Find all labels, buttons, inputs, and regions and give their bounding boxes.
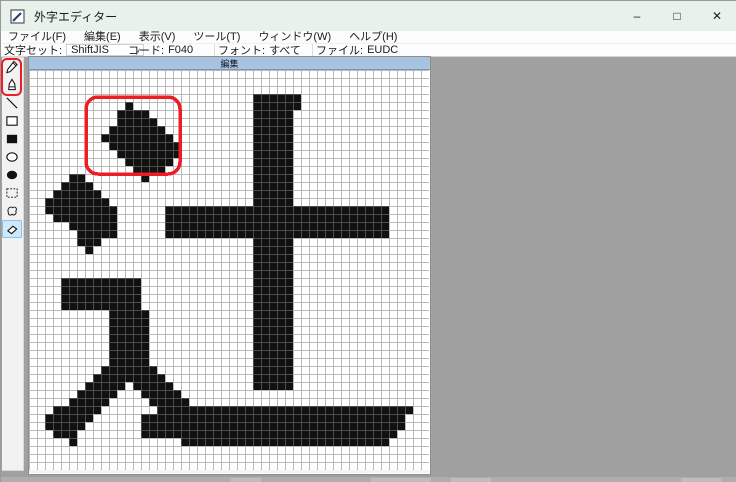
titlebar: 外字エディター – □ ✕ <box>1 1 736 31</box>
pixel-grid-wrap <box>29 70 429 470</box>
font-field: フォント: すべて <box>215 44 313 57</box>
filled-ellipse-tool[interactable] <box>2 166 22 184</box>
app-icon <box>10 9 25 24</box>
pencil-icon <box>5 60 19 74</box>
maximize-button[interactable]: □ <box>657 1 697 31</box>
filled-rectangle-icon <box>5 132 19 146</box>
filled-rectangle-tool[interactable] <box>2 130 22 148</box>
freeform-select-tool[interactable] <box>2 202 22 220</box>
hollow-ellipse-tool[interactable] <box>2 148 22 166</box>
charset-value: ShiftJIS <box>71 44 109 56</box>
hollow-rectangle-icon <box>5 114 19 128</box>
pixel-grid-canvas[interactable] <box>29 70 429 470</box>
line-icon <box>5 96 19 110</box>
rect-select-tool[interactable] <box>2 184 22 202</box>
freeform-select-icon <box>5 204 19 218</box>
edit-window-titlebar[interactable]: 編集 <box>29 57 430 70</box>
window-title: 外字エディター <box>34 8 117 25</box>
edit-window-title: 編集 <box>220 57 238 70</box>
brush-icon <box>5 78 19 92</box>
charset-field: 文字セット: ShiftJIS ∨ <box>1 44 125 57</box>
menu-edit[interactable]: 編集(E) <box>75 31 130 44</box>
close-button[interactable]: ✕ <box>697 1 736 31</box>
file-value: EUDC <box>367 44 398 56</box>
rect-select-icon <box>5 186 19 200</box>
minimize-button[interactable]: – <box>617 1 657 31</box>
edit-child-window: 編集 <box>28 56 431 475</box>
brush-tool[interactable] <box>2 76 22 94</box>
hollow-rectangle-tool[interactable] <box>2 112 22 130</box>
workspace: 編集 <box>1 57 736 482</box>
chevron-down-icon: ∨ <box>135 46 141 53</box>
pencil-tool[interactable] <box>2 58 22 76</box>
filled-ellipse-icon <box>5 168 19 182</box>
hollow-ellipse-icon <box>5 150 19 164</box>
bottom-scroll-strip[interactable] <box>1 477 736 482</box>
edit-window-bottom-strip <box>29 470 430 473</box>
code-value: F040 <box>168 44 193 56</box>
tool-palette <box>2 57 24 471</box>
eudc-editor-window: 外字エディター – □ ✕ ファイル(F) 編集(E) 表示(V) ツール(T)… <box>0 0 736 482</box>
file-field: ファイル: EUDC <box>313 44 403 57</box>
line-tool[interactable] <box>2 94 22 112</box>
menu-bar: ファイル(F) 編集(E) 表示(V) ツール(T) ウィンドウ(W) ヘルプ(… <box>1 31 736 44</box>
eraser-icon <box>5 222 19 236</box>
eraser-tool[interactable] <box>2 220 22 238</box>
